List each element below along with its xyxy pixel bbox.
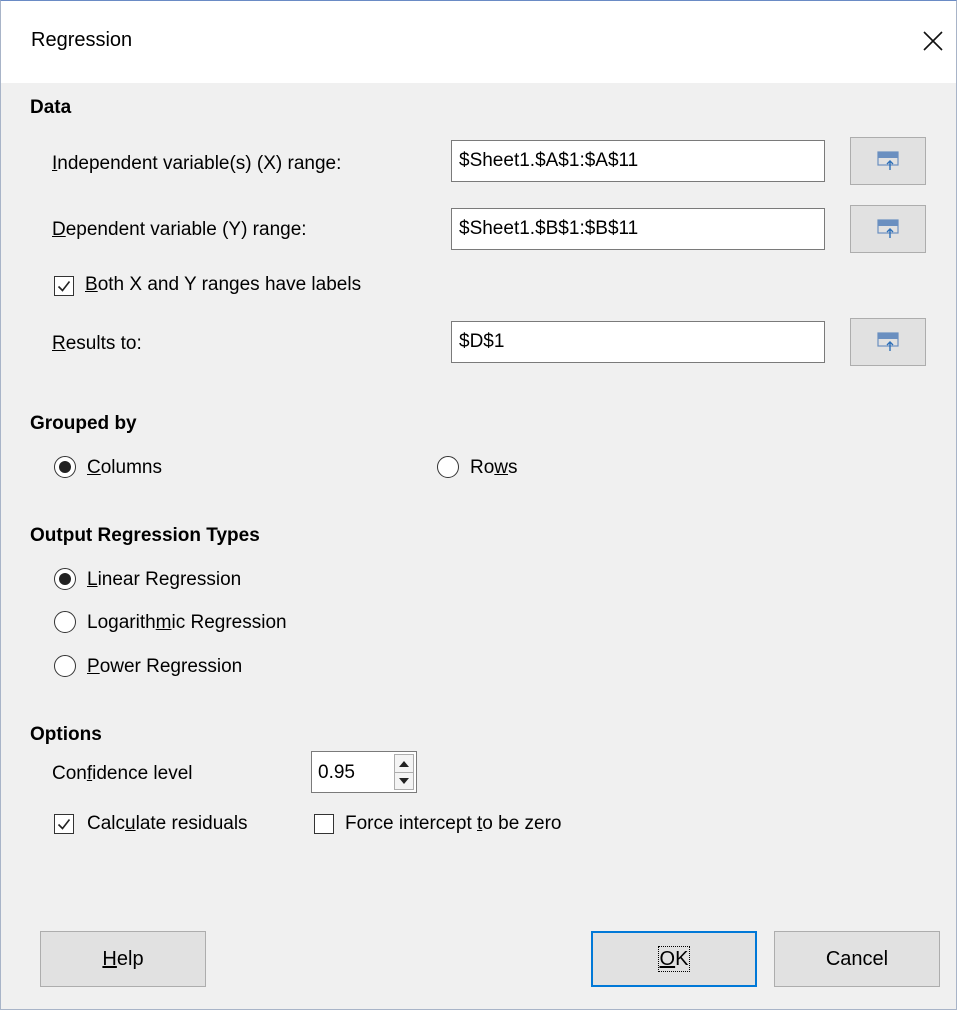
y-range-shrink-button[interactable] <box>850 205 926 253</box>
radio-selected-dot <box>59 573 71 585</box>
cancel-button[interactable]: Cancel <box>774 931 940 987</box>
confidence-level-spinbox[interactable]: 0.95 <box>311 751 417 793</box>
x-range-shrink-button[interactable] <box>850 137 926 185</box>
shrink-range-icon <box>877 219 899 238</box>
results-to-shrink-button[interactable] <box>850 318 926 366</box>
calculate-residuals-checkbox[interactable] <box>54 814 74 834</box>
help-button-label: Help <box>102 947 144 970</box>
results-to-input[interactable]: $D$1 <box>451 321 825 363</box>
y-range-label: Dependent variable (Y) range: <box>52 219 307 240</box>
spin-down-button[interactable] <box>395 772 413 789</box>
labels-checkbox[interactable] <box>54 276 74 296</box>
checkmark-icon <box>57 819 71 830</box>
confidence-level-label: Confidence level <box>52 763 193 784</box>
calculate-residuals-label[interactable]: Calculate residuals <box>87 813 248 835</box>
cancel-button-label: Cancel <box>825 947 889 970</box>
output-types-title: Output Regression Types <box>30 525 260 546</box>
help-button[interactable]: Help <box>40 931 206 987</box>
grouped-by-title: Grouped by <box>30 413 137 434</box>
spin-buttons <box>394 754 414 790</box>
linear-regression-label[interactable]: Linear Regression <box>87 569 241 591</box>
shrink-range-icon <box>877 151 899 170</box>
logarithmic-regression-label[interactable]: Logarithmic Regression <box>87 612 287 634</box>
y-range-input[interactable]: $Sheet1.$B$1:$B$11 <box>451 208 825 250</box>
linear-regression-radio[interactable] <box>54 568 76 590</box>
dialog-title: Regression <box>31 29 133 51</box>
labels-checkbox-label[interactable]: Both X and Y ranges have labels <box>85 274 361 296</box>
force-intercept-label[interactable]: Force intercept to be zero <box>345 813 562 835</box>
triangle-down-icon <box>399 777 409 784</box>
columns-radio-label[interactable]: Columns <box>87 457 162 479</box>
close-icon <box>923 31 943 51</box>
title-bar: Regression <box>1 1 956 83</box>
regression-dialog: Regression Data Independent variable(s) … <box>0 0 957 1010</box>
close-button[interactable] <box>913 21 953 61</box>
columns-radio[interactable] <box>54 456 76 478</box>
rows-radio-label[interactable]: Rows <box>470 457 518 479</box>
logarithmic-regression-radio[interactable] <box>54 611 76 633</box>
confidence-level-value[interactable]: 0.95 <box>318 762 355 784</box>
data-section-title: Data <box>30 97 72 118</box>
ok-button-label: OK <box>657 946 691 972</box>
power-regression-radio[interactable] <box>54 655 76 677</box>
power-regression-label[interactable]: Power Regression <box>87 656 242 678</box>
radio-selected-dot <box>59 461 71 473</box>
options-title: Options <box>30 724 102 745</box>
results-to-label: Results to: <box>52 333 142 354</box>
triangle-up-icon <box>399 760 409 767</box>
ok-button[interactable]: OK <box>591 931 757 987</box>
x-range-label: Independent variable(s) (X) range: <box>52 153 342 174</box>
spin-up-button[interactable] <box>395 755 413 773</box>
checkmark-icon <box>57 281 71 292</box>
x-range-input[interactable]: $Sheet1.$A$1:$A$11 <box>451 140 825 182</box>
rows-radio[interactable] <box>437 456 459 478</box>
shrink-range-icon <box>877 332 899 351</box>
force-intercept-checkbox[interactable] <box>314 814 334 834</box>
